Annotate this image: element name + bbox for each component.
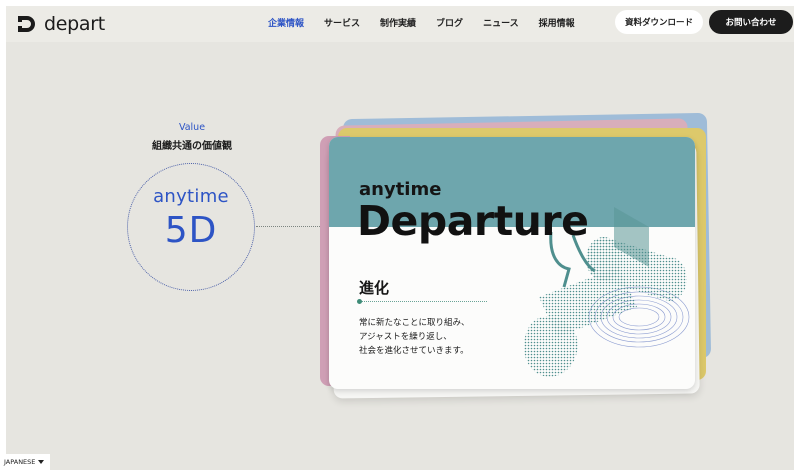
nav-item-company[interactable]: 企業情報 [268,16,304,29]
nav-item-news[interactable]: ニュース [483,16,519,29]
card-divider-dot [357,299,362,304]
value-card-departure[interactable]: anytime Departure 進化 常に新たなことに取り組み、 アジャスト… [329,137,695,389]
value-label: Value [178,122,206,133]
language-switcher[interactable]: JAPANESE [0,454,50,470]
card-heading: 進化 [359,279,390,297]
logo[interactable]: depart [16,12,105,36]
nav-item-services[interactable]: サービス [324,16,360,29]
card-description-line: 社会を進化させていきます。 [359,346,469,356]
download-button[interactable]: 資料ダウンロード [615,10,703,34]
main-nav: 企業情報 サービス 制作実績 ブログ ニュース 採用情報 [268,16,595,29]
contact-button[interactable]: お問い合わせ [709,10,793,34]
circle-anytime-text: anytime [153,186,229,207]
nav-item-works[interactable]: 制作実績 [380,16,416,29]
card-description-line: 常に新たなことに取り組み、 [359,318,470,328]
site-header: depart 企業情報 サービス 制作実績 ブログ ニュース 採用情報 資料ダウ… [6,6,794,42]
language-label: JAPANESE [4,458,36,466]
browser-frame-left [0,0,6,470]
card-description-line: アジャストを繰り返し、 [359,332,452,342]
nav-item-recruit[interactable]: 採用情報 [539,16,575,29]
nav-item-blog[interactable]: ブログ [436,16,463,29]
card-title: Departure [357,197,589,245]
browser-frame-right [794,0,800,470]
dotted-connector [256,226,328,227]
logo-d-icon [18,16,35,32]
brand-name: depart [44,13,105,35]
circle-5d-text: 5D [164,210,218,251]
chevron-down-icon [38,460,45,464]
value-subtitle: 組織共通の価値観 [152,141,232,152]
card-divider [359,301,487,302]
card-description: 常に新たなことに取り組み、 アジャストを繰り返し、 社会を進化させていきます。 [359,316,470,358]
